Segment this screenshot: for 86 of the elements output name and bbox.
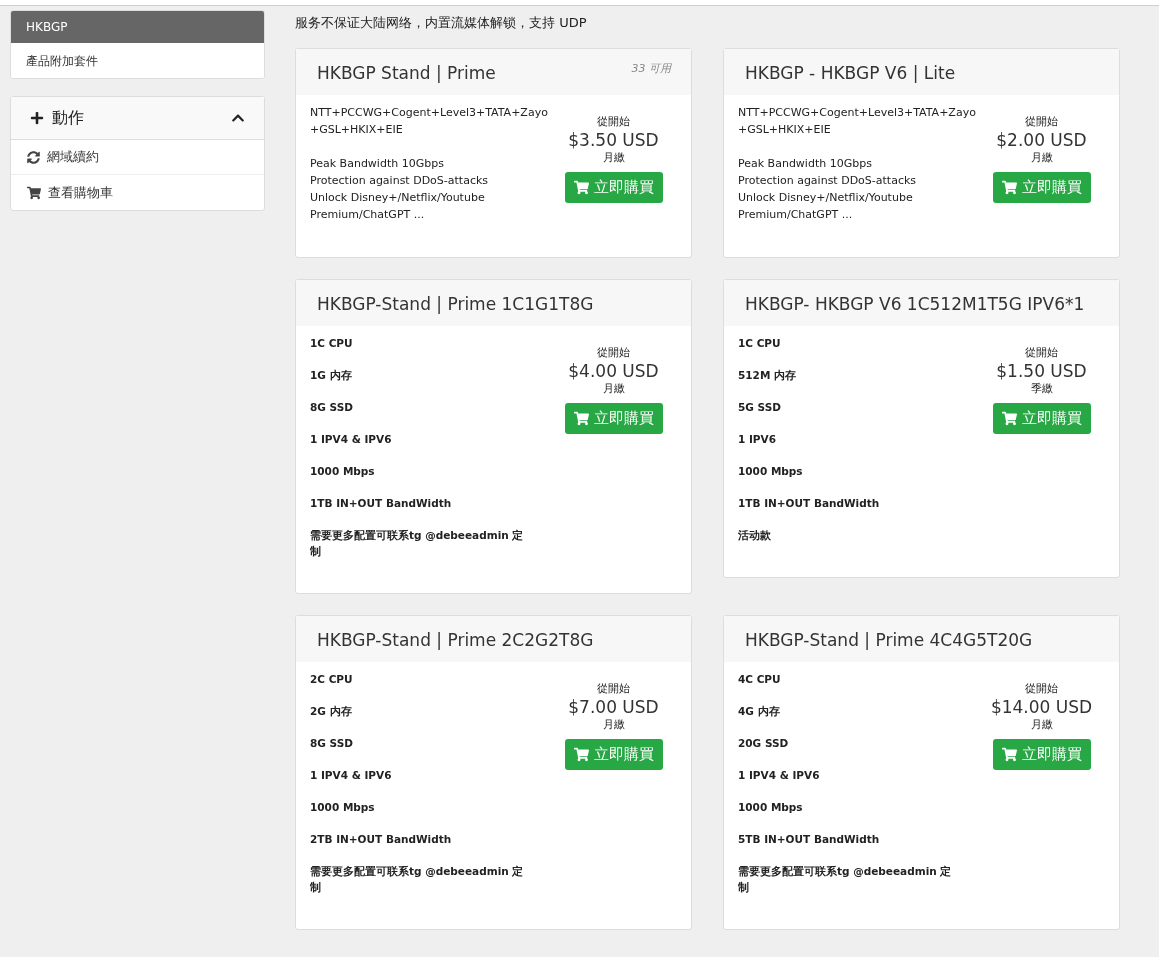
spec-line: 1C CPU bbox=[738, 336, 782, 351]
spec-line: 1C CPU bbox=[310, 336, 354, 351]
spec-line: 1 IPV6 bbox=[738, 432, 777, 447]
spec-line: 1000 Mbps bbox=[310, 464, 376, 479]
description-line: Peak Bandwidth 10Gbps bbox=[310, 156, 445, 172]
spec-line: 1 IPV4 & IPV6 bbox=[310, 768, 393, 783]
order-now-button[interactable]: 立即購買 bbox=[992, 403, 1091, 434]
product-title: HKBGP-Stand | Prime 1C1G1T8G bbox=[317, 293, 594, 315]
cart-icon bbox=[1001, 411, 1017, 426]
order-now-button[interactable]: 立即購買 bbox=[992, 172, 1091, 203]
spec-line: 需要更多配置可联系tg @debeeadmin 定制 bbox=[310, 864, 525, 895]
description-line: NTT+PCCWG+Cogent+Level3+TATA+Zayo bbox=[310, 105, 549, 121]
spec-line: 1G 内存 bbox=[310, 368, 353, 383]
price-amount: $1.50 USD bbox=[996, 360, 1087, 382]
category-item[interactable]: HKBGP bbox=[11, 11, 264, 43]
spec-line: 512M 内存 bbox=[738, 368, 798, 383]
spec-line: 需要更多配置可联系tg @debeeadmin 定制 bbox=[310, 528, 525, 559]
description-line: Protection against DDoS-attacks bbox=[738, 173, 918, 189]
spec-line: 1 IPV4 & IPV6 bbox=[310, 432, 393, 447]
spec-line: 2C CPU bbox=[310, 672, 354, 687]
cart-icon bbox=[573, 180, 589, 195]
price-from-label: 從開始 bbox=[597, 682, 630, 696]
spec-line: 5TB IN+OUT BandWidth bbox=[738, 832, 881, 847]
refresh-icon bbox=[27, 150, 40, 164]
spec-line: 1 IPV4 & IPV6 bbox=[738, 768, 821, 783]
actions-title: 動作 bbox=[52, 107, 85, 129]
price-amount: $3.50 USD bbox=[568, 129, 659, 151]
billing-cycle: 月繳 bbox=[1030, 151, 1053, 165]
price-amount: $2.00 USD bbox=[996, 129, 1087, 151]
order-now-button[interactable]: 立即購買 bbox=[564, 403, 663, 434]
spec-line: 8G SSD bbox=[310, 400, 354, 415]
spec-line: 4G 内存 bbox=[738, 704, 781, 719]
description-line: Premium/ChatGPT ... bbox=[738, 207, 854, 223]
price-from-label: 從開始 bbox=[1025, 115, 1058, 129]
notice-text: 服务不保证大陆网络，内置流媒体解锁，支持 UDP bbox=[295, 14, 588, 32]
description-line: +GSL+HKIX+EIE bbox=[310, 122, 404, 138]
price-from-label: 從開始 bbox=[1025, 682, 1058, 696]
order-now-button[interactable]: 立即購買 bbox=[564, 739, 663, 770]
description-line: Unlock Disney+/Netflix/Youtube bbox=[738, 190, 914, 206]
spec-line: 8G SSD bbox=[310, 736, 354, 751]
price-amount: $4.00 USD bbox=[568, 360, 659, 382]
description-line: Protection against DDoS-attacks bbox=[310, 173, 490, 189]
spec-line: 1TB IN+OUT BandWidth bbox=[738, 496, 881, 511]
cart-icon bbox=[573, 747, 589, 762]
description-line: Unlock Disney+/Netflix/Youtube bbox=[310, 190, 486, 206]
spec-line: 20G SSD bbox=[738, 736, 790, 751]
spec-line: 5G SSD bbox=[738, 400, 782, 415]
billing-cycle: 月繳 bbox=[602, 151, 625, 165]
action-item[interactable]: 查看購物車 bbox=[11, 175, 264, 210]
price-from-label: 從開始 bbox=[1025, 346, 1058, 360]
spec-line: 1TB IN+OUT BandWidth bbox=[310, 496, 453, 511]
price-amount: $7.00 USD bbox=[568, 696, 659, 718]
action-item[interactable]: 網域續約 bbox=[11, 140, 264, 175]
product-title: HKBGP- HKBGP V6 1C512M1T5G IPV6*1 bbox=[745, 293, 1085, 315]
spec-line: 4C CPU bbox=[738, 672, 782, 687]
actions-header[interactable]: 動作 bbox=[11, 97, 264, 140]
spec-line: 需要更多配置可联系tg @debeeadmin 定制 bbox=[738, 864, 953, 895]
spec-line: 2G 内存 bbox=[310, 704, 353, 719]
billing-cycle: 月繳 bbox=[602, 718, 625, 732]
price-from-label: 從開始 bbox=[597, 115, 630, 129]
description-line: NTT+PCCWG+Cogent+Level3+TATA+Zayo bbox=[738, 105, 977, 121]
availability-label: 33 可用 bbox=[631, 62, 671, 76]
description-line: Peak Bandwidth 10Gbps bbox=[738, 156, 873, 172]
spec-line: 1000 Mbps bbox=[310, 800, 376, 815]
plus-icon bbox=[30, 111, 44, 125]
description-line: Premium/ChatGPT ... bbox=[310, 207, 426, 223]
product-title: HKBGP - HKBGP V6 | Lite bbox=[745, 62, 956, 84]
spec-line: 活动款 bbox=[738, 528, 772, 543]
price-amount: $14.00 USD bbox=[990, 696, 1093, 718]
spec-line: 1000 Mbps bbox=[738, 800, 804, 815]
billing-cycle: 月繳 bbox=[1030, 718, 1053, 732]
product-title: HKBGP Stand | Prime bbox=[317, 62, 496, 84]
product-title: HKBGP-Stand | Prime 2C2G2T8G bbox=[317, 629, 594, 651]
order-now-button[interactable]: 立即購買 bbox=[992, 739, 1091, 770]
spec-line: 2TB IN+OUT BandWidth bbox=[310, 832, 453, 847]
billing-cycle: 月繳 bbox=[602, 382, 625, 396]
cart-icon bbox=[1001, 747, 1017, 762]
product-title: HKBGP-Stand | Prime 4C4G5T20G bbox=[745, 629, 1033, 651]
description-line: +GSL+HKIX+EIE bbox=[738, 122, 832, 138]
spec-line: 1000 Mbps bbox=[738, 464, 804, 479]
price-from-label: 從開始 bbox=[597, 346, 630, 360]
cart-icon bbox=[1001, 180, 1017, 195]
cart-icon bbox=[27, 185, 41, 200]
order-now-button[interactable]: 立即購買 bbox=[564, 172, 663, 203]
billing-cycle: 季繳 bbox=[1030, 382, 1053, 396]
cart-icon bbox=[573, 411, 589, 426]
